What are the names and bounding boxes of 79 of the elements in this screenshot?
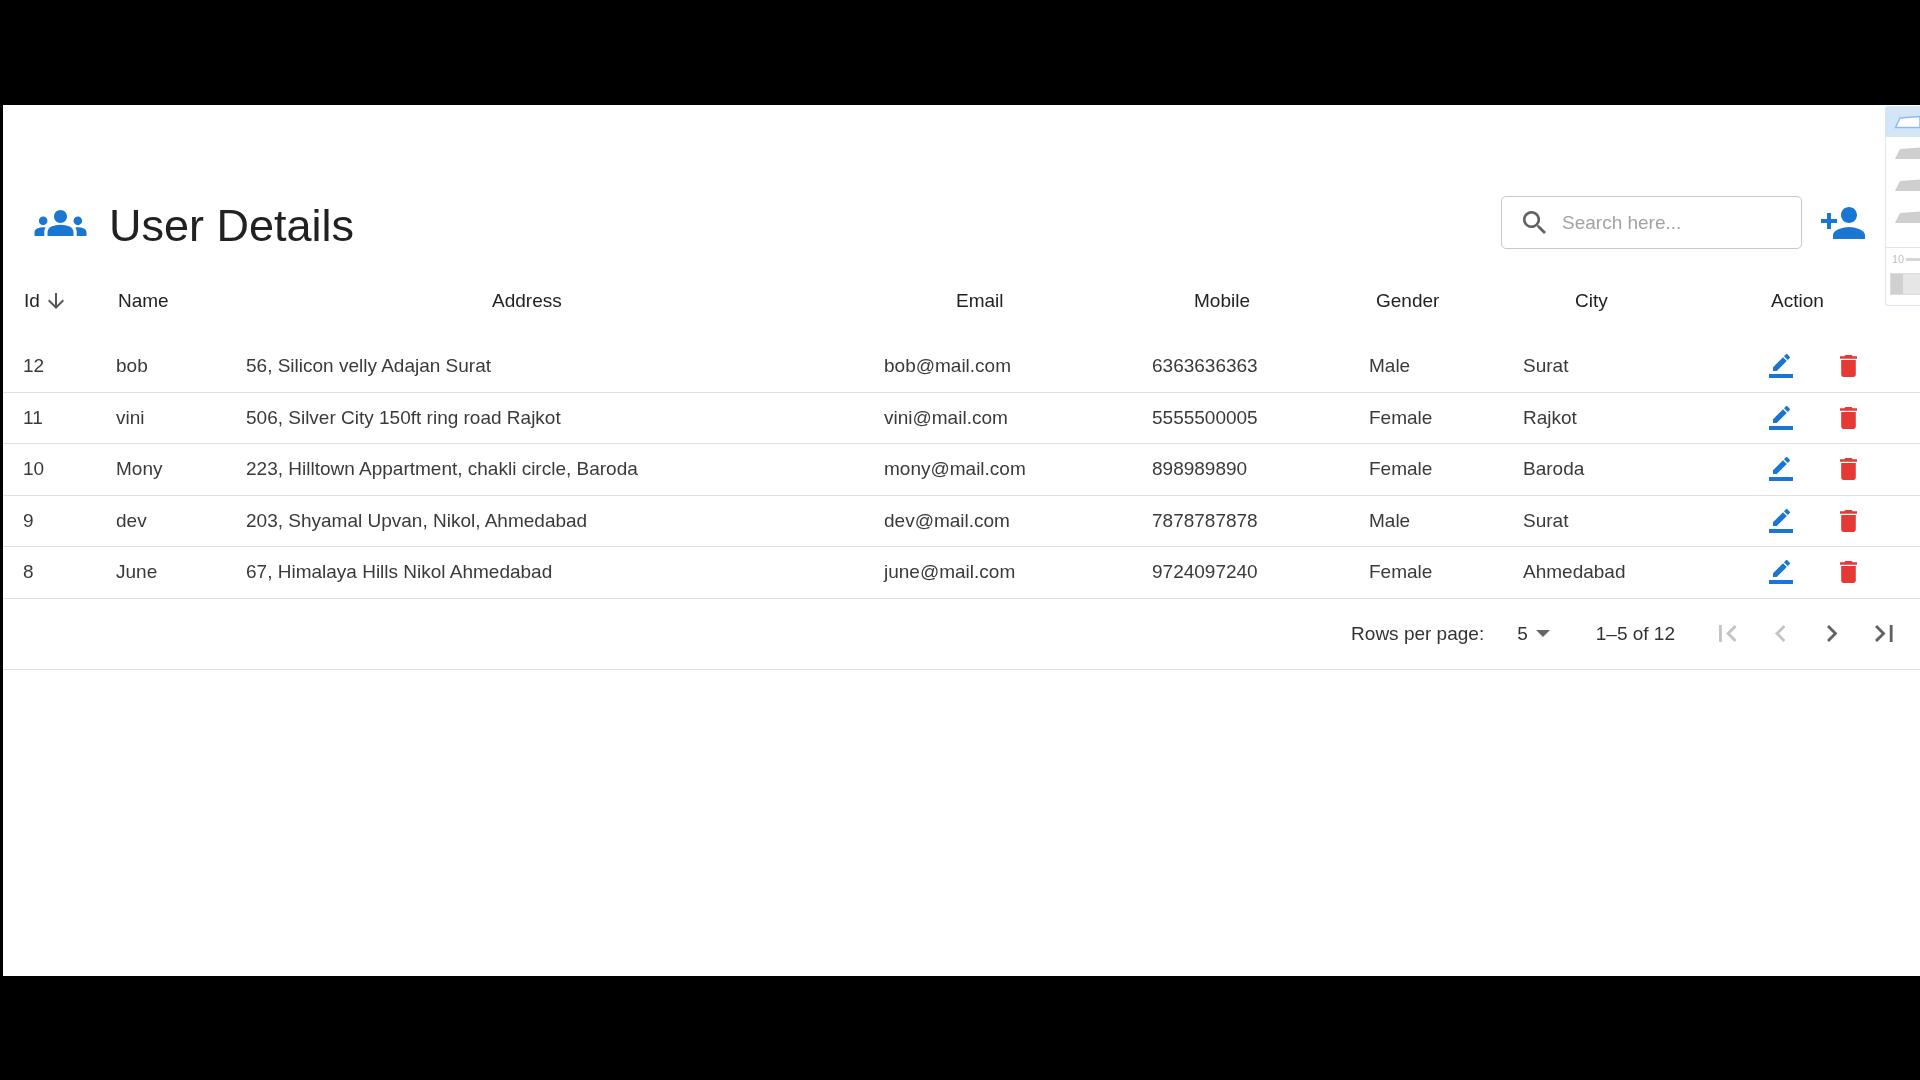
marker-icon [1894,210,1920,224]
table-cell: Male [1369,509,1411,531]
column-header: Action [1771,290,1824,312]
caret-icon [1535,630,1550,637]
table-cell: 506, Silver City 150ft ring road Rajkot [246,406,561,428]
color-swatch-icon[interactable] [1890,273,1920,295]
column-header: Email [956,290,1004,312]
table-cell: 6363636363 [1152,355,1258,377]
table-cell: 56, Silicon velly Adajan Surat [246,355,492,377]
table-cell: vini@mail.com [884,406,1008,428]
table-cell: Male [1369,355,1411,377]
table-cell: 7878787878 [1152,509,1258,531]
edit-button[interactable] [1769,405,1793,430]
table-cell: 10 [23,458,45,480]
table-cell: 898989890 [1152,458,1248,480]
table-cell: dev [116,509,147,531]
marker-icon [1894,178,1920,192]
search-field[interactable]: Search here... [1501,196,1802,249]
column-header: Mobile [1194,290,1250,312]
delete-button[interactable] [1840,406,1857,429]
table-cell: mony@mail.com [884,458,1026,480]
edit-button[interactable] [1769,457,1793,482]
table-cell: Rajkot [1523,406,1577,428]
delete-button[interactable] [1840,355,1857,378]
column-header: City [1575,290,1608,312]
table-cell: Surat [1523,509,1569,531]
table-cell: Mony [116,458,163,480]
table-cell: Female [1369,561,1433,583]
table-cell: june@mail.com [884,561,1016,583]
table-cell: 11 [23,406,43,428]
table-cell: dev@mail.com [884,509,1010,531]
pencil-icon [1769,405,1793,430]
edit-button[interactable] [1769,354,1793,379]
add-person-icon [1821,206,1865,239]
delete-button[interactable] [1840,509,1857,532]
pencil-icon [1769,457,1793,482]
table-cell: 9 [23,509,34,531]
add-user-button[interactable] [1821,206,1865,239]
pencil-icon [1769,354,1793,379]
edit-button[interactable] [1769,560,1793,585]
pencil-icon [1769,508,1793,533]
pencil-icon [1769,560,1793,585]
rows-per-page-select[interactable]: 5 [1517,622,1550,645]
size-label: 10 [1892,253,1905,265]
rows-per-page-label: Rows per page: [1351,622,1485,645]
marker-icon [1894,146,1920,160]
marker-icon [1894,115,1920,129]
search-icon [1523,211,1546,234]
table-cell: 8 [23,561,34,583]
table-cell: bob@mail.com [884,355,1011,377]
table-cell: Female [1369,458,1433,480]
table-cell: 12 [23,355,45,377]
delete-button[interactable] [1840,561,1857,584]
trash-icon [1840,561,1857,584]
table-cell: 223, Hilltown Appartment, chakli circle, Baroda [246,458,638,480]
table-cell: 67, Himalaya Hills Nikol Ahmedabad [246,561,553,583]
table-cell: Baroda [1523,458,1585,480]
table-cell: 203, Shyamal Upvan, Nikol, Ahmedabad [246,509,588,531]
table-cell: 5555500005 [1152,406,1258,428]
users-group-icon [34,209,87,236]
table-cell: 9724097240 [1152,561,1258,583]
table-cell: Surat [1523,355,1569,377]
table-cell: June [116,561,158,583]
trash-icon [1840,458,1857,481]
column-header: Name [118,290,169,312]
trash-icon [1840,406,1857,429]
column-header[interactable]: Id [24,290,64,312]
delete-button[interactable] [1840,458,1857,481]
trash-icon [1840,355,1857,378]
page-title: User Details [109,203,355,248]
trash-icon [1840,509,1857,532]
table-cell: vini [116,406,145,428]
column-header: Address [492,290,562,312]
table-cell: bob [116,355,148,377]
page-range: 1–5 of 12 [1595,622,1675,645]
table-cell: Female [1369,406,1433,428]
column-header: Gender [1376,290,1440,312]
edit-button[interactable] [1769,508,1793,533]
table-cell: Ahmedabad [1523,561,1626,583]
